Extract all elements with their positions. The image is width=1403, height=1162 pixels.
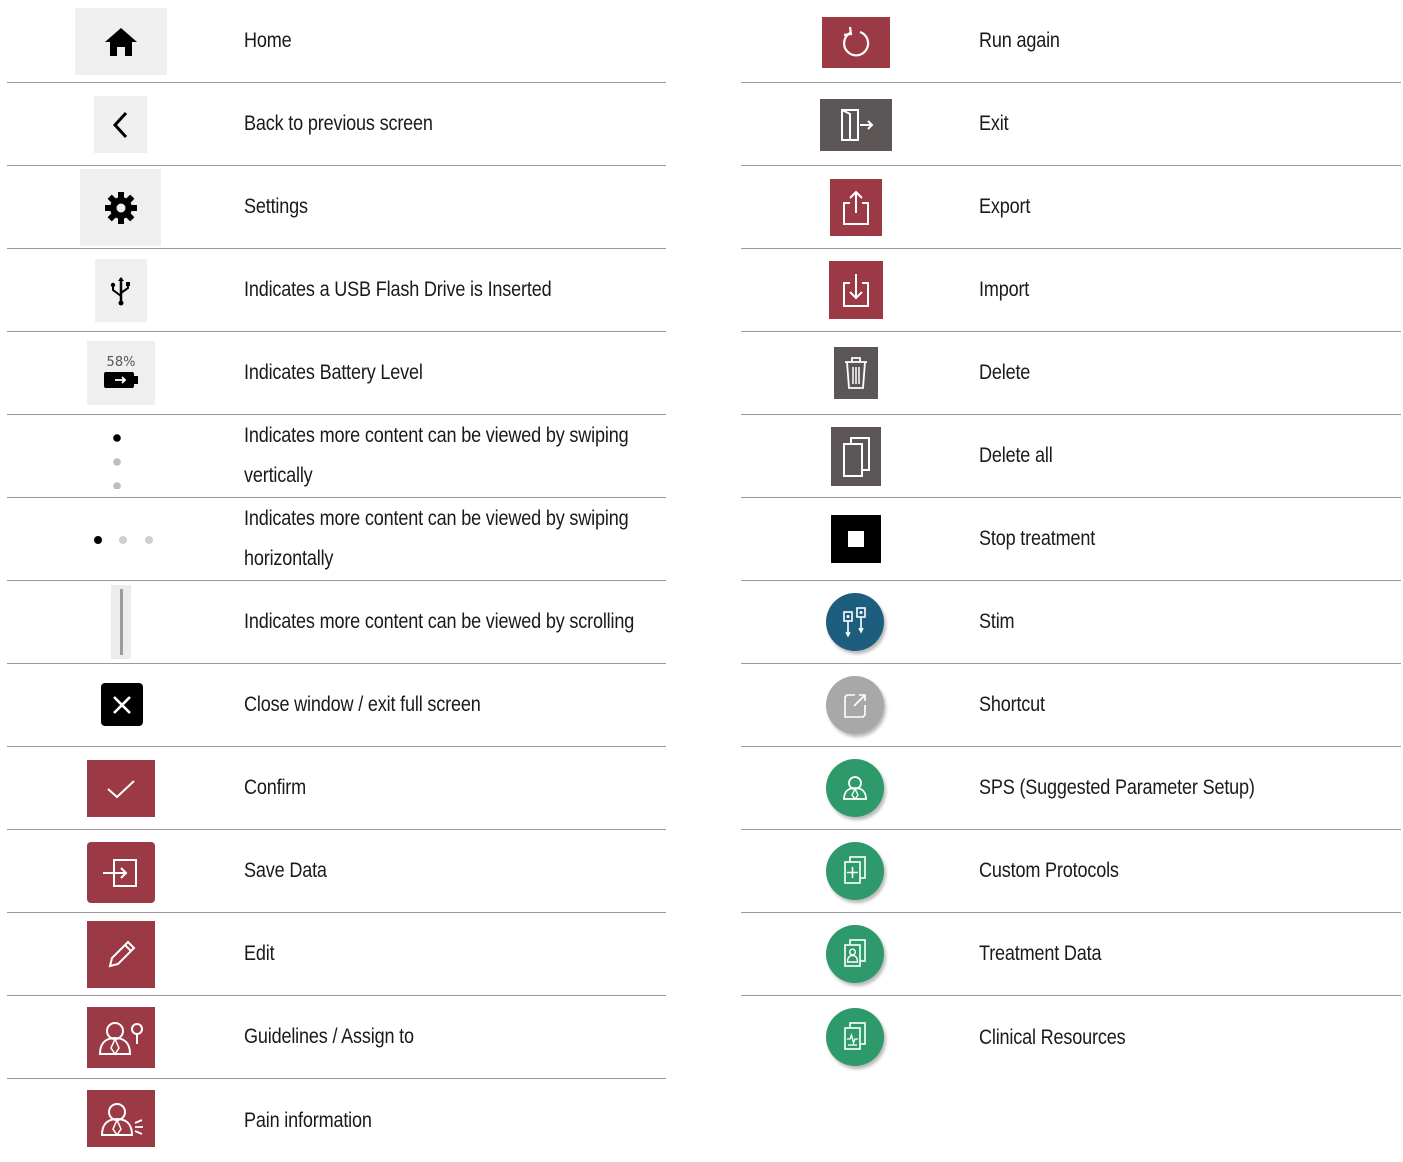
legend-row-settings: Settings [7, 166, 666, 249]
home-icon [75, 8, 167, 75]
legend-label: Run again [979, 29, 1060, 52]
checkmark-icon [87, 760, 155, 817]
usb-icon [95, 259, 147, 322]
close-icon [101, 683, 143, 726]
custom-protocols-icon [826, 842, 884, 900]
legend-row-save: Save Data [7, 830, 666, 913]
legend-label: Exit [979, 112, 1009, 135]
import-icon [829, 261, 883, 319]
legend-label: Shortcut [979, 693, 1045, 716]
vertical-dots-icon [102, 427, 132, 491]
legend-label: Treatment Data [979, 942, 1102, 965]
legend-row-stim: Stim [741, 581, 1401, 664]
legend-row-import: Import [741, 249, 1401, 332]
shortcut-icon [826, 676, 884, 734]
left-icon-legend: Home Back to previous screen Settings In… [7, 0, 666, 1162]
legend-label: Close window / exit full screen [244, 693, 481, 716]
legend-label: Save Data [244, 859, 327, 882]
legend-label: Export [979, 195, 1031, 218]
legend-row-delete-all: Delete all [741, 415, 1401, 498]
chevron-left-icon [94, 96, 147, 153]
legend-row-battery: 58% Indicates Battery Level [7, 332, 666, 415]
legend-row-back: Back to previous screen [7, 83, 666, 166]
legend-row-clinical-resources: Clinical Resources [741, 996, 1401, 1079]
legend-label: Indicates more content can be viewed by … [244, 610, 635, 633]
legend-row-export: Export [741, 166, 1401, 249]
legend-row-confirm: Confirm [7, 747, 666, 830]
legend-row-scrollbar: Indicates more content can be viewed by … [7, 581, 666, 664]
refresh-icon [822, 17, 890, 68]
legend-label: Delete [979, 361, 1031, 384]
sps-icon [826, 759, 884, 817]
legend-row-run-again: Run again [741, 0, 1401, 83]
legend-label: Custom Protocols [979, 859, 1119, 882]
gear-icon [80, 169, 161, 246]
pencil-icon [87, 921, 155, 988]
battery-percent: 58% [106, 355, 136, 370]
legend-row-usb: Indicates a USB Flash Drive is Inserted [7, 249, 666, 332]
legend-label: Indicates more content can be viewed by … [244, 424, 629, 487]
legend-label: Stop treatment [979, 527, 1096, 550]
legend-label: Back to previous screen [244, 112, 433, 135]
legend-label: SPS (Suggested Parameter Setup) [979, 776, 1255, 799]
legend-row-pain: Pain information [7, 1079, 666, 1162]
legend-row-vertical-dots: Indicates more content can be viewed by … [7, 415, 666, 498]
legend-label: Indicates a USB Flash Drive is Inserted [244, 278, 552, 301]
treatment-data-icon [826, 925, 884, 983]
delete-all-icon [831, 427, 881, 486]
pain-info-icon [87, 1090, 155, 1147]
legend-label: Delete all [979, 444, 1053, 467]
horizontal-dots-icon [87, 528, 159, 552]
clinical-resources-icon [826, 1008, 884, 1066]
legend-label: Indicates more content can be viewed by … [244, 507, 629, 570]
legend-label: Stim [979, 610, 1015, 633]
legend-label: Edit [244, 942, 275, 965]
right-icon-legend: Run again Exit Export Import Delete Dele… [741, 0, 1401, 1079]
legend-label: Clinical Resources [979, 1025, 1126, 1049]
stop-icon [831, 515, 881, 563]
trash-icon [834, 347, 878, 399]
legend-row-assign: Guidelines / Assign to [7, 996, 666, 1079]
export-icon [830, 179, 882, 236]
stim-icon [826, 593, 884, 651]
legend-row-treatment-data: Treatment Data [741, 913, 1401, 996]
legend-label: Indicates Battery Level [244, 361, 423, 384]
legend-row-horizontal-dots: Indicates more content can be viewed by … [7, 498, 666, 581]
legend-label: Confirm [244, 776, 307, 799]
scrollbar-icon [111, 585, 131, 659]
legend-row-exit: Exit [741, 83, 1401, 166]
battery-icon: 58% [87, 341, 155, 405]
legend-label: Settings [244, 195, 308, 218]
legend-row-sps: SPS (Suggested Parameter Setup) [741, 747, 1401, 830]
legend-row-stop: Stop treatment [741, 498, 1401, 581]
legend-label: Import [979, 278, 1030, 301]
legend-label: Home [244, 29, 292, 52]
legend-row-edit: Edit [7, 913, 666, 996]
legend-row-custom-protocols: Custom Protocols [741, 830, 1401, 913]
legend-row-delete: Delete [741, 332, 1401, 415]
assign-icon [87, 1007, 155, 1068]
legend-label: Pain information [244, 1108, 372, 1132]
legend-label: Guidelines / Assign to [244, 1025, 414, 1048]
exit-door-icon [820, 99, 892, 151]
legend-row-home: Home [7, 0, 666, 83]
legend-row-close: Close window / exit full screen [7, 664, 666, 747]
save-icon [87, 842, 155, 903]
legend-row-shortcut: Shortcut [741, 664, 1401, 747]
